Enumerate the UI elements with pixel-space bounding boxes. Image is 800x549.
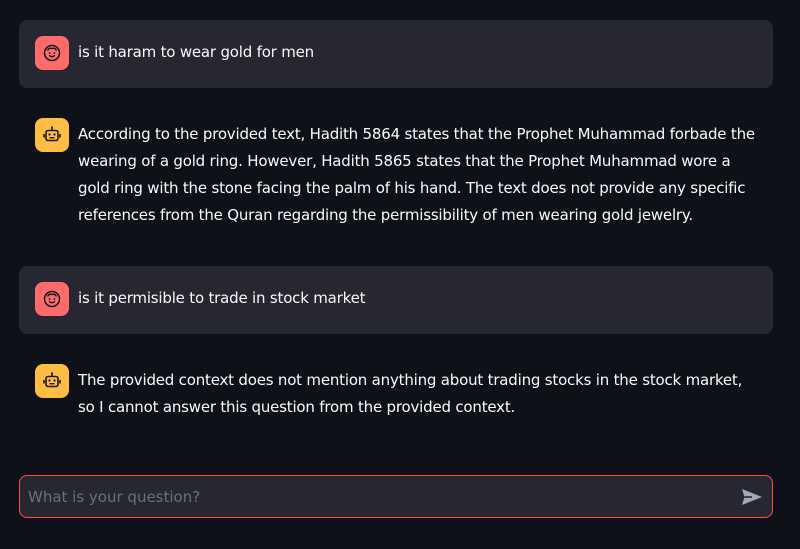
chat-message-assistant: According to the provided text, Hadith 5… <box>19 102 773 252</box>
message-text: According to the provided text, Hadith 5… <box>78 125 755 224</box>
chat-input-container <box>19 475 773 518</box>
robot-icon <box>43 372 61 388</box>
message-text: is it permisible to trade in stock marke… <box>78 289 366 307</box>
message-text: The provided context does not mention an… <box>78 371 743 416</box>
assistant-avatar <box>35 364 69 398</box>
chat-message-user: is it haram to wear gold for men <box>19 20 773 88</box>
robot-icon <box>43 126 61 142</box>
user-avatar <box>35 36 69 70</box>
smiley-face-icon <box>43 44 61 62</box>
send-button[interactable] <box>732 477 772 517</box>
chat-input[interactable] <box>20 476 732 517</box>
message-text: is it haram to wear gold for men <box>78 43 314 61</box>
chat-app: is it haram to wear gold for men Accordi… <box>0 0 800 549</box>
user-avatar <box>35 282 69 316</box>
smiley-face-icon <box>43 290 61 308</box>
chat-message-assistant: The provided context does not mention an… <box>19 348 773 444</box>
send-icon <box>742 488 762 505</box>
chat-history: is it haram to wear gold for men Accordi… <box>19 20 773 444</box>
assistant-avatar <box>35 118 69 152</box>
chat-message-user: is it permisible to trade in stock marke… <box>19 266 773 334</box>
